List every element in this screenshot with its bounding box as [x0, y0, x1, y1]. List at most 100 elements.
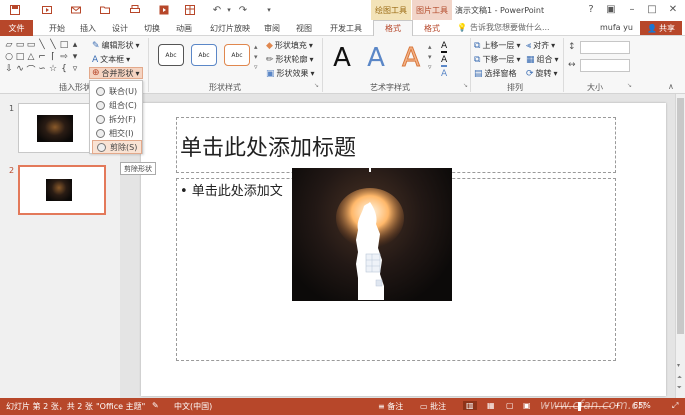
- wordart-style-blue[interactable]: A: [362, 42, 390, 74]
- group-button[interactable]: ▦ 组合 ▾: [526, 54, 559, 65]
- tab-transitions[interactable]: 切换: [138, 20, 166, 36]
- save-icon[interactable]: [8, 3, 22, 17]
- undo-dropdown-icon[interactable]: ▾: [222, 3, 236, 17]
- curve-shape-icon[interactable]: ∽: [37, 64, 47, 74]
- tab-slideshow[interactable]: 幻灯片放映: [205, 20, 255, 36]
- tab-file[interactable]: 文件: [0, 20, 33, 36]
- text-fill-icon[interactable]: A: [441, 42, 448, 53]
- triangle-shape-icon[interactable]: △: [26, 52, 36, 62]
- tab-animations[interactable]: 动画: [170, 20, 198, 36]
- dialog-launcher-icon[interactable]: ↘: [314, 82, 319, 89]
- help-button[interactable]: ?: [582, 2, 600, 17]
- dialog-launcher-icon[interactable]: ↘: [463, 82, 468, 89]
- curve-shape-icon[interactable]: ⌒: [26, 64, 36, 76]
- tab-review[interactable]: 审阅: [258, 20, 286, 36]
- merge-shapes-button[interactable]: ⊕ 合并形状 ▾: [89, 67, 143, 79]
- shapes-gallery[interactable]: ▱ ▭ ▭ ╲ ╲ □ ▴ ○ □ △ ⌐ ⌈ ⇨ ▾ ⇩ ∿ ⌒ ∽ ☆ { …: [4, 40, 82, 76]
- close-button[interactable]: ✕: [664, 2, 682, 17]
- prev-slide-icon[interactable]: ⏶: [677, 374, 682, 382]
- align-button[interactable]: ⫷ 对齐 ▾: [526, 40, 555, 51]
- mail-icon[interactable]: [69, 3, 83, 17]
- table-icon[interactable]: [183, 3, 197, 17]
- folder-icon[interactable]: [98, 3, 112, 17]
- tab-format-picture[interactable]: 格式: [414, 20, 450, 36]
- tab-developer[interactable]: 开发工具: [325, 20, 367, 36]
- shape-style-swatch[interactable]: Abc: [158, 44, 184, 66]
- textbox-shape-icon[interactable]: ▭: [26, 40, 36, 50]
- normal-view-icon[interactable]: ▥: [463, 401, 477, 410]
- customize-qat-icon[interactable]: ▾: [262, 3, 276, 17]
- send-backward-button[interactable]: ⧉ 下移一层 ▾: [474, 54, 520, 65]
- slide-sorter-icon[interactable]: ▦: [487, 401, 495, 410]
- shape-width-input[interactable]: [580, 59, 630, 72]
- menu-fragment[interactable]: 拆分(F): [92, 112, 142, 126]
- language[interactable]: 中文(中国): [174, 401, 212, 412]
- curve-shape-icon[interactable]: ∿: [15, 64, 25, 74]
- arrow-shape-icon[interactable]: ⇨: [59, 52, 69, 62]
- menu-combine[interactable]: 组合(C): [92, 98, 142, 112]
- lshape-shape-icon[interactable]: ⌐: [37, 52, 47, 62]
- rectangle-shape-icon[interactable]: ▱: [4, 40, 14, 50]
- scroll-down-arrow-icon[interactable]: ▾: [677, 362, 680, 369]
- tab-design[interactable]: 设计: [106, 20, 134, 36]
- scroll-down-icon[interactable]: ▾: [70, 52, 80, 62]
- fit-slide-icon[interactable]: ⤢: [672, 401, 678, 411]
- menu-union[interactable]: 联合(U): [92, 84, 142, 98]
- tab-format-drawing[interactable]: 格式: [373, 20, 413, 36]
- bracket-shape-icon[interactable]: ⌈: [48, 52, 58, 62]
- wordart-style-black[interactable]: A: [328, 42, 356, 74]
- rotate-button[interactable]: ⟳ 旋转 ▾: [526, 68, 558, 79]
- oval-shape-icon[interactable]: ○: [4, 52, 14, 62]
- user-name[interactable]: mufa yu: [600, 23, 633, 32]
- tab-view[interactable]: 视图: [290, 20, 318, 36]
- maximize-button[interactable]: □: [643, 2, 661, 17]
- ribbon-display-button[interactable]: ▣: [602, 2, 620, 17]
- scrollbar-thumb[interactable]: [677, 98, 684, 334]
- bring-forward-button[interactable]: ⧉ 上移一层 ▾: [474, 40, 520, 51]
- menu-intersect[interactable]: 相交(I): [92, 126, 142, 140]
- text-effects-icon[interactable]: A: [441, 70, 447, 79]
- shape-height-input[interactable]: [580, 41, 630, 54]
- shape-style-swatch[interactable]: Abc: [191, 44, 217, 66]
- style-gallery-scroll[interactable]: ▴ ▾ ▿: [254, 42, 258, 72]
- slideshow-view-icon[interactable]: ▣: [523, 401, 531, 410]
- textbox-shape-icon[interactable]: ▭: [15, 40, 25, 50]
- play-icon[interactable]: [40, 3, 54, 17]
- shape-fill-button[interactable]: ◆ 形状填充 ▾: [266, 40, 313, 51]
- more-shapes-icon[interactable]: ▿: [70, 64, 80, 74]
- reading-view-icon[interactable]: ▢: [506, 401, 514, 410]
- scroll-up-icon[interactable]: ▴: [70, 40, 80, 50]
- start-slideshow-icon[interactable]: [157, 3, 171, 17]
- menu-subtract[interactable]: 剪除(S): [92, 140, 142, 154]
- selection-pane-button[interactable]: ▤ 选择窗格: [474, 68, 517, 79]
- proofing-icon[interactable]: ✎: [152, 401, 159, 410]
- star-shape-icon[interactable]: ☆: [48, 64, 58, 74]
- slide-thumbnail-2[interactable]: [18, 165, 106, 215]
- rectangle-shape-icon[interactable]: □: [59, 40, 69, 50]
- vertical-scrollbar[interactable]: ▴ ▾ ⏶ ⏷: [675, 94, 685, 398]
- candle-photo[interactable]: [292, 168, 452, 301]
- edit-shape-button[interactable]: ✎ 编辑形状 ▾: [92, 40, 140, 51]
- shape-effects-button[interactable]: ▣ 形状效果 ▾: [266, 68, 315, 79]
- notes-button[interactable]: ≡ 备注: [378, 401, 403, 412]
- line-shape-icon[interactable]: ╲: [48, 40, 58, 50]
- line-shape-icon[interactable]: ╲: [37, 40, 47, 50]
- tab-home[interactable]: 开始: [43, 20, 71, 36]
- print-icon[interactable]: [128, 3, 142, 17]
- share-button[interactable]: 👤 共享: [640, 21, 682, 35]
- shape-outline-button[interactable]: ✏ 形状轮廓 ▾: [266, 54, 314, 65]
- redo-icon[interactable]: ↷: [236, 3, 250, 17]
- brace-shape-icon[interactable]: {: [59, 64, 69, 74]
- rectangle-shape-icon[interactable]: □: [15, 52, 25, 62]
- arrow-shape-icon[interactable]: ⇩: [4, 64, 14, 74]
- next-slide-icon[interactable]: ⏷: [677, 384, 682, 392]
- comments-button[interactable]: ▭ 批注: [420, 401, 446, 412]
- tab-insert[interactable]: 插入: [74, 20, 102, 36]
- minimize-button[interactable]: –: [623, 2, 641, 17]
- text-outline-icon[interactable]: A: [441, 56, 448, 67]
- tell-me-search[interactable]: 💡 告诉我您想要做什么...: [457, 22, 550, 33]
- collapse-ribbon-icon[interactable]: ∧: [668, 82, 674, 91]
- wordart-style-orange[interactable]: A: [397, 42, 425, 74]
- dialog-launcher-icon[interactable]: ↘: [627, 82, 632, 89]
- wordart-gallery-scroll[interactable]: ▴ ▾ ▿: [428, 42, 432, 72]
